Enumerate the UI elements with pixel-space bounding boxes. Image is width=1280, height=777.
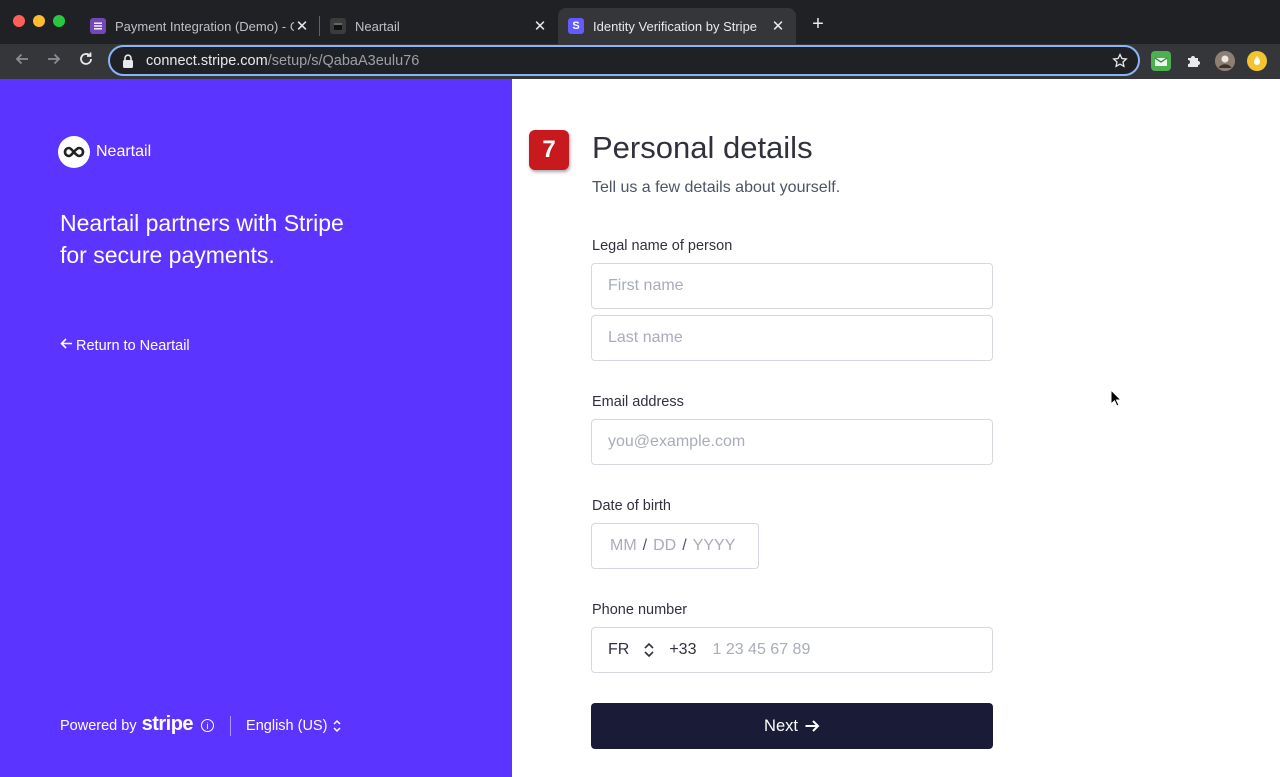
forward-arrow-icon[interactable]: [43, 50, 65, 72]
tab-close-icon[interactable]: ✕: [770, 18, 786, 35]
window-close-button[interactable]: [13, 15, 25, 27]
reload-icon[interactable]: [75, 50, 97, 72]
info-icon[interactable]: i: [201, 719, 215, 732]
chevron-updown-icon[interactable]: [332, 719, 342, 733]
footer: Powered by stripe i English (US): [60, 713, 342, 736]
dob-separator: /: [642, 537, 648, 554]
dob-label: Date of birth: [592, 498, 671, 514]
extension-coin-icon[interactable]: [1247, 51, 1267, 71]
browser-toolbar: connect.stripe.com/setup/s/QabaA3eulu76: [0, 44, 1280, 79]
stripe-logo[interactable]: stripe: [142, 713, 194, 736]
arrow-left-icon: [60, 337, 73, 354]
dial-code: +33: [669, 641, 697, 658]
mouse-cursor-icon: [1110, 389, 1122, 407]
last-name-field[interactable]: [591, 315, 993, 361]
legal-name-label: Legal name of person: [592, 238, 733, 254]
browser-tab-sheets[interactable]: Payment Integration (Demo) - Google Shee…: [80, 8, 320, 44]
extensions-puzzle-icon[interactable]: [1183, 51, 1203, 71]
footer-divider: [230, 715, 232, 736]
tab-title: Neartail: [355, 18, 400, 34]
back-arrow-icon[interactable]: [11, 50, 33, 72]
url-text: connect.stripe.com/setup/s/QabaA3eulu76: [146, 53, 1110, 69]
email-label: Email address: [592, 394, 684, 410]
page-title: Personal details: [592, 130, 813, 165]
language-selector[interactable]: English (US): [246, 718, 327, 734]
stripe-favicon-icon: S: [568, 18, 584, 34]
dob-separator: /: [682, 537, 687, 554]
neartail-logo-icon: [58, 136, 90, 168]
lock-icon: [123, 53, 133, 68]
tab-title: Payment Integration (Demo) - Google Shee…: [115, 18, 294, 34]
email-input[interactable]: [608, 433, 992, 451]
browser-tab-stripe[interactable]: S Identity Verification by Stripe ✕: [558, 8, 796, 44]
profile-avatar-icon[interactable]: [1215, 51, 1235, 71]
phone-label: Phone number: [592, 602, 688, 618]
first-name-field[interactable]: [591, 263, 993, 309]
brand-name: Neartail: [96, 143, 152, 160]
url-host: connect.stripe.com: [146, 52, 268, 69]
extension-mail-icon[interactable]: [1151, 51, 1171, 71]
chevron-updown-icon[interactable]: [643, 641, 655, 659]
return-link-label: Return to Neartail: [76, 337, 190, 354]
country-code-select[interactable]: FR: [608, 641, 629, 659]
email-field[interactable]: [591, 419, 993, 465]
step-number-badge: 7: [529, 130, 569, 170]
partner-headline: Neartail partners with Stripe for secure…: [60, 210, 344, 268]
new-tab-plus-icon[interactable]: +: [808, 14, 828, 34]
next-button[interactable]: Next: [591, 703, 993, 749]
powered-by-text: Powered by: [60, 717, 137, 734]
next-button-label: Next: [764, 716, 798, 735]
arrow-right-icon: [804, 718, 820, 734]
url-path: /setup/s/QabaA3eulu76: [267, 52, 420, 69]
browser-tab-bar: Payment Integration (Demo) - Google Shee…: [0, 0, 1280, 44]
last-name-input[interactable]: [608, 329, 992, 347]
tab-close-icon[interactable]: ✕: [532, 18, 548, 35]
dob-field[interactable]: MM / DD / YYYY: [591, 523, 759, 569]
browser-tab-neartail[interactable]: Neartail ✕: [320, 8, 558, 44]
address-bar[interactable]: connect.stripe.com/setup/s/QabaA3eulu76: [108, 45, 1140, 76]
page-subtitle: Tell us a few details about yourself.: [592, 179, 841, 196]
dob-month[interactable]: MM: [610, 537, 637, 555]
neartail-favicon-icon: [330, 18, 346, 34]
brand-panel: Neartail Neartail partners with Stripe f…: [0, 79, 512, 777]
bookmark-star-icon[interactable]: [1110, 51, 1130, 71]
sheets-favicon-icon: [90, 18, 106, 34]
return-link[interactable]: Return to Neartail: [60, 337, 190, 354]
tab-close-icon[interactable]: ✕: [294, 18, 310, 35]
tab-title: Identity Verification by Stripe: [593, 18, 758, 34]
window-minimize-button[interactable]: [33, 15, 45, 27]
dob-day[interactable]: DD: [653, 537, 676, 555]
window-zoom-button[interactable]: [53, 15, 65, 27]
first-name-input[interactable]: [608, 277, 992, 295]
neartail-brand: Neartail: [58, 136, 151, 168]
dob-year[interactable]: YYYY: [693, 537, 736, 555]
phone-number-input[interactable]: 1 23 45 67 89: [712, 641, 810, 659]
phone-field[interactable]: FR +33 1 23 45 67 89: [591, 627, 993, 673]
